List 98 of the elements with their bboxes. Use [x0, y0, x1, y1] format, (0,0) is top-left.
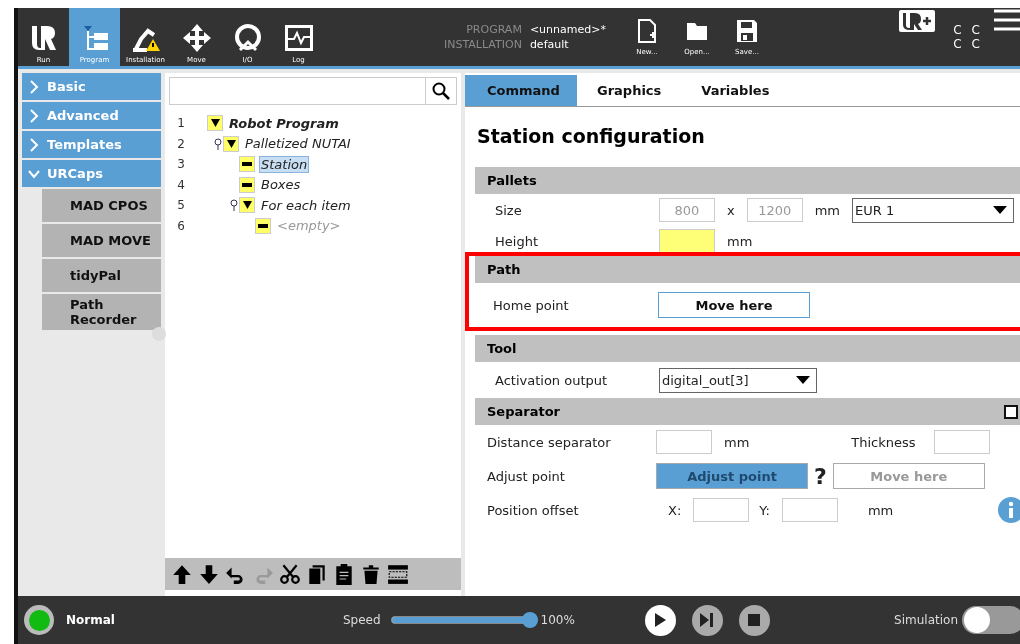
- output-dropdown[interactable]: digital_out[3]: [659, 367, 817, 393]
- urcap-item[interactable]: Path Recorder: [42, 294, 161, 330]
- new-file-icon: [635, 18, 658, 44]
- section-header: Path: [475, 256, 1020, 283]
- arrow-up-icon[interactable]: [171, 563, 193, 585]
- cc-letter: C: [953, 37, 962, 51]
- dropdown-arrow-icon: [993, 206, 1008, 214]
- speed-label: Speed: [342, 613, 381, 627]
- help-icon[interactable]: ?: [814, 463, 827, 489]
- pallet-type-dropdown[interactable]: EUR 1: [852, 197, 1015, 223]
- field-label: Thickness: [851, 434, 917, 450]
- urcap-item[interactable]: MAD MOVE: [42, 224, 161, 257]
- pin-icon: [213, 137, 223, 150]
- play-icon: [654, 613, 667, 627]
- height-field[interactable]: [659, 229, 715, 253]
- unit-label: mm: [727, 233, 753, 249]
- tree-node[interactable]: For each item: [259, 196, 353, 214]
- installation-name: default: [529, 38, 570, 51]
- tree-node[interactable]: Station: [259, 155, 310, 173]
- line-number: 6: [176, 218, 186, 233]
- offset-x-field[interactable]: [693, 498, 750, 522]
- simulation-toggle[interactable]: [962, 606, 1020, 634]
- unit-label: mm: [867, 502, 894, 518]
- field-label: Activation output: [495, 372, 609, 388]
- suppress-icon[interactable]: [387, 563, 409, 585]
- arrow-down-icon[interactable]: [198, 563, 220, 585]
- line-number: 1: [176, 116, 186, 131]
- line-number: 3: [176, 157, 186, 172]
- play-button[interactable]: [644, 604, 676, 636]
- field-label: Position offset: [487, 502, 580, 518]
- trash-icon[interactable]: [360, 563, 382, 585]
- section-header: Tool: [475, 335, 1020, 362]
- panel-resize-handle[interactable]: [152, 327, 166, 341]
- simulation-label: Simulation: [894, 613, 958, 627]
- move-here-button[interactable]: Move here: [658, 292, 810, 318]
- tab[interactable]: Command: [465, 75, 577, 106]
- separator-checkbox[interactable]: [1004, 404, 1018, 419]
- chevron-right-icon: [28, 137, 40, 152]
- triangle-down-icon: [242, 201, 252, 210]
- unit-label: mm: [724, 434, 750, 450]
- chevron-right-icon: [28, 108, 40, 123]
- triangle-down-icon: [210, 119, 220, 128]
- offset-y-field[interactable]: [781, 498, 838, 522]
- urcap-item[interactable]: MAD CPOS: [42, 189, 161, 222]
- tree-node[interactable]: Robot Program: [227, 114, 341, 132]
- search-icon: [432, 82, 450, 100]
- distance-field[interactable]: [656, 430, 712, 454]
- stop-icon: [748, 614, 761, 626]
- status-indicator[interactable]: [24, 605, 54, 635]
- collapse-toggle[interactable]: [207, 115, 223, 132]
- robot-status: Normal: [66, 613, 115, 627]
- field-label: Size: [495, 202, 523, 218]
- collapse-toggle[interactable]: [223, 135, 239, 152]
- dash-icon: [242, 182, 252, 187]
- triangle-down-icon: [226, 139, 236, 148]
- stop-button[interactable]: [738, 604, 770, 636]
- axis-label: Y:: [759, 502, 770, 518]
- tree-node[interactable]: Palletized NUTAI: [243, 135, 353, 153]
- dash-icon: [242, 162, 252, 167]
- search-field[interactable]: [169, 77, 457, 105]
- page-title: Station configuration: [476, 124, 706, 149]
- scissors-icon[interactable]: [279, 563, 301, 585]
- step-icon: [700, 613, 715, 627]
- program-label: PROGRAM: [465, 23, 522, 36]
- clipboard-icon[interactable]: [333, 563, 355, 585]
- line-number: 5: [176, 198, 186, 213]
- chevron-right-icon: [28, 79, 40, 94]
- cc-letter: C: [971, 37, 980, 51]
- collapse-toggle[interactable]: [239, 197, 255, 214]
- cc-letter: C: [971, 23, 980, 37]
- line-number: 2: [176, 136, 186, 151]
- section-header: Separator: [487, 404, 560, 419]
- line-number: 4: [176, 177, 186, 192]
- speed-value: 100%: [540, 613, 575, 627]
- section-header: Pallets: [475, 167, 1020, 194]
- field-label: Distance separator: [487, 434, 612, 450]
- times-sign: x: [727, 202, 735, 218]
- thickness-field[interactable]: [934, 430, 991, 454]
- axis-label: X:: [668, 502, 682, 518]
- field-label: Home point: [493, 297, 570, 313]
- field-label: Height: [495, 233, 539, 249]
- pin-icon: [229, 199, 239, 212]
- dropdown-arrow-icon: [796, 376, 810, 384]
- installation-label: INSTALLATION: [444, 38, 522, 51]
- urplus-logo-icon[interactable]: [899, 8, 936, 32]
- step-button[interactable]: [691, 604, 723, 636]
- field-label: Adjust point: [487, 468, 566, 484]
- menu-icon[interactable]: [994, 8, 1020, 32]
- copy-icon[interactable]: [306, 563, 328, 585]
- program-name: <unnamed>*: [529, 23, 606, 36]
- cc-letter: C: [953, 23, 962, 37]
- tab[interactable]: Variables: [681, 75, 790, 106]
- info-icon[interactable]: [998, 497, 1020, 523]
- tree-node[interactable]: Boxes: [259, 176, 303, 194]
- unit-label: mm: [814, 202, 841, 218]
- dash-icon: [258, 223, 268, 228]
- urcap-item[interactable]: tidyPal: [42, 259, 161, 292]
- tab[interactable]: Graphics: [577, 75, 682, 106]
